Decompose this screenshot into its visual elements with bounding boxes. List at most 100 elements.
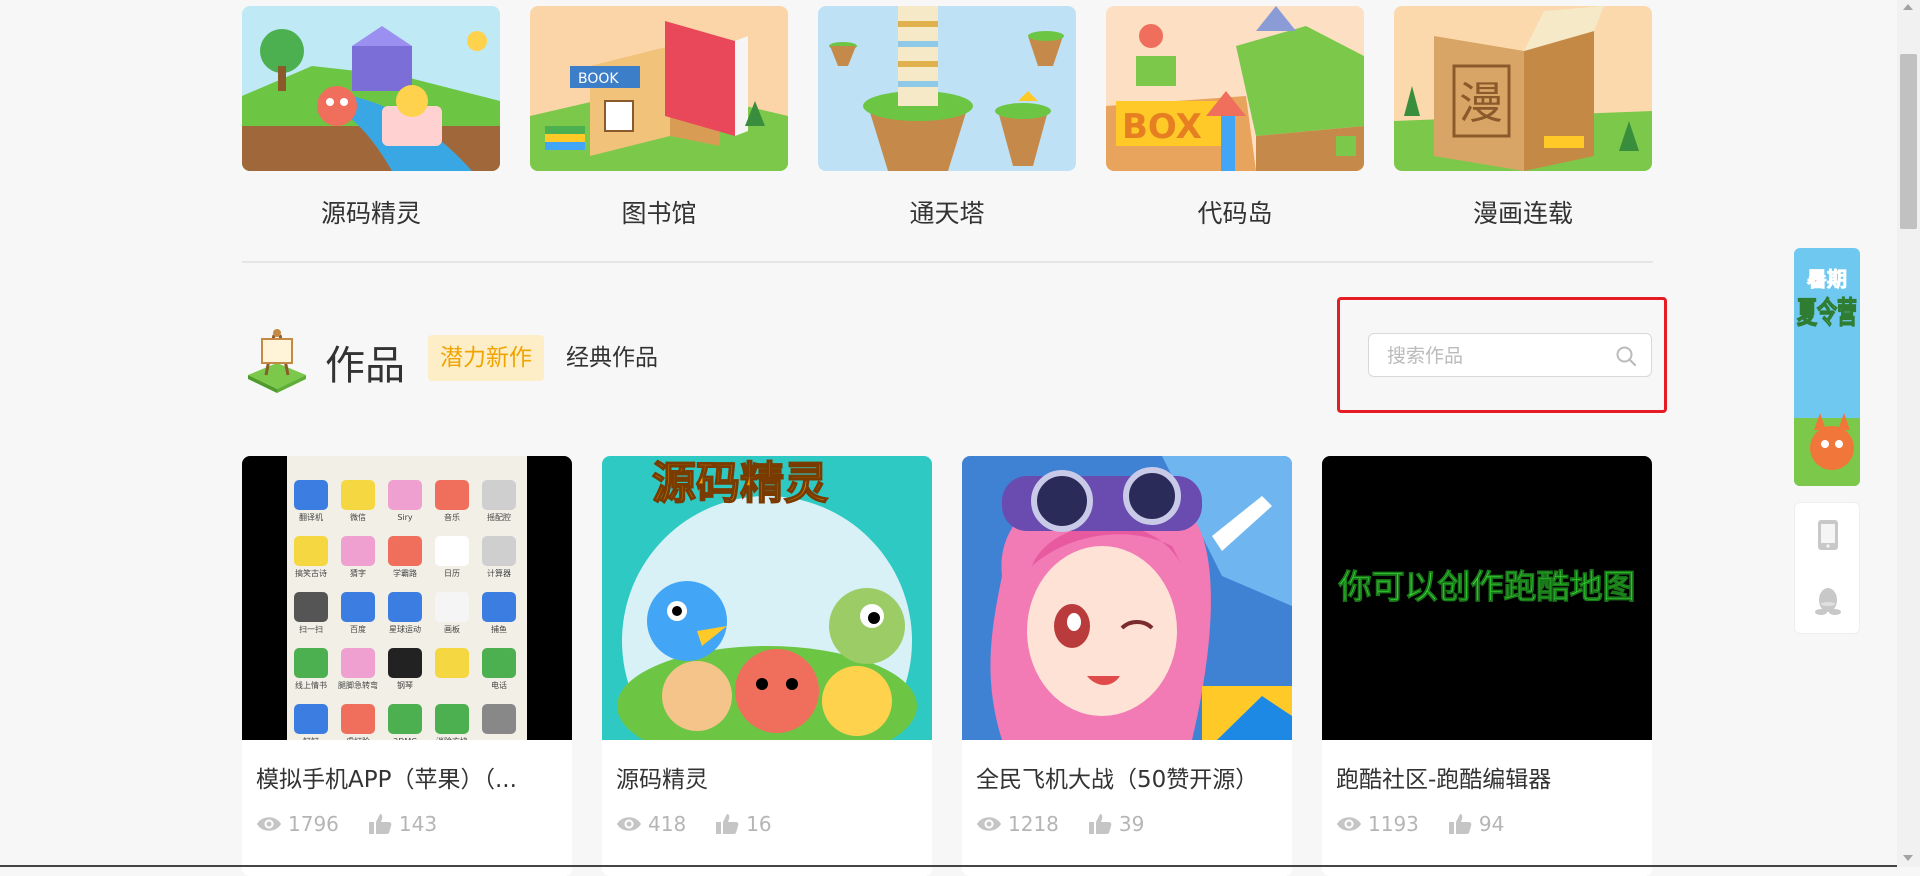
scroll-up-arrow-icon[interactable] [1903, 4, 1913, 10]
phone-app-label: 音乐 [444, 512, 460, 522]
promo-line-1: 暑期 [1807, 267, 1847, 291]
tab-classic[interactable]: 经典作品 [554, 335, 670, 381]
cover-title-text: 源码精灵 [652, 458, 828, 509]
phone-app-label: 猜字 [350, 568, 366, 578]
thumbs-up-icon [368, 814, 392, 834]
side-toolbar [1794, 502, 1860, 634]
phone-app-icon [388, 480, 422, 510]
eye-icon [1337, 817, 1361, 831]
scroll-down-arrow-icon[interactable] [1903, 855, 1913, 861]
category-label: 通天塔 [909, 199, 985, 228]
search-icon[interactable] [1615, 345, 1637, 367]
phone-app-icon [482, 592, 516, 622]
work-stats: 1193 94 [1322, 812, 1652, 836]
tower-icon[interactable] [818, 6, 1076, 171]
library-icon[interactable]: BOOK [530, 6, 788, 171]
category-tower[interactable]: 通天塔 [818, 6, 1076, 230]
work-card[interactable]: 你可以创作跑酷地图 跑酷社区-跑酷编辑器 1193 94 [1322, 456, 1652, 876]
phone-app-label: 捕鱼 [491, 624, 507, 634]
phone-app-icon [435, 648, 469, 678]
view-count: 1218 [1008, 812, 1059, 836]
works-title: 作品 [325, 343, 405, 389]
phone-app-icon [388, 648, 422, 678]
category-row: 源码精灵 BOOK 图书馆 通天塔 BOX 代码岛 漫 漫画连载 [242, 6, 1653, 236]
easel-icon [248, 329, 306, 393]
code-island-icon[interactable]: BOX [1106, 6, 1364, 171]
like-count: 94 [1478, 812, 1505, 836]
work-thumbnail[interactable]: 你可以创作跑酷地图 [1322, 456, 1652, 740]
phone-app-icon [482, 536, 516, 566]
category-comic[interactable]: 漫 漫画连载 [1394, 6, 1652, 230]
eye-icon [617, 817, 641, 831]
search-input[interactable] [1385, 334, 1609, 378]
phone-app-icon [294, 704, 328, 734]
work-title[interactable]: 源码精灵 [602, 760, 932, 794]
phone-app-icon [388, 592, 422, 622]
work-stats: 1218 39 [962, 812, 1292, 836]
parkour-text-banner: 你可以创作跑酷地图 [1322, 456, 1652, 740]
view-count: 418 [648, 812, 687, 836]
source-sprite-cover: 源码精灵 [602, 456, 932, 740]
mobile-icon[interactable] [1814, 519, 1842, 551]
search-box[interactable] [1368, 333, 1652, 378]
like-count: 39 [1118, 812, 1145, 836]
phone-app-icon [294, 536, 328, 566]
phone-app-label: 钉钉 [303, 736, 319, 740]
phone-app-label: 虐打脸 [346, 736, 370, 740]
phone-app-icon [341, 536, 375, 566]
view-count: 1193 [1368, 812, 1419, 836]
phone-app-icon [294, 648, 328, 678]
work-title[interactable]: 全民飞机大战（50赞开源） [962, 760, 1292, 794]
svg-text:BOOK: BOOK [578, 71, 619, 87]
vertical-scrollbar[interactable] [1897, 0, 1920, 867]
svg-text:漫: 漫 [1459, 78, 1503, 129]
work-thumbnail[interactable]: 源码精灵 [602, 456, 932, 740]
phone-app-label: 扫一扫 [299, 624, 323, 634]
work-thumbnail[interactable] [962, 456, 1292, 740]
work-card[interactable]: 全民飞机大战（50赞开源） 1218 39 [962, 456, 1292, 876]
phone-app-icon [482, 480, 516, 510]
work-thumbnail[interactable]: 翻译机 微信 Siry 音乐 摇配腔 搞笑古诗 猜字 学霸路 日历 计算器 扫一扫 百度 星球运动 画板 捕… [242, 456, 572, 740]
work-card[interactable]: 源码精灵 源码精灵 418 16 [602, 456, 932, 876]
phone-app-icon [388, 536, 422, 566]
phone-app-label: 学霸路 [393, 568, 417, 578]
tab-potential-new[interactable]: 潜力新作 [428, 335, 544, 381]
category-code-island[interactable]: BOX 代码岛 [1106, 6, 1364, 230]
phone-app-icon [482, 648, 516, 678]
phone-app-label: 画板 [444, 624, 460, 634]
phone-app-label: 日历 [444, 569, 460, 578]
work-title[interactable]: 模拟手机APP（苹果）（... [242, 760, 572, 794]
thumbs-up-icon [1088, 814, 1112, 834]
qq-penguin-icon[interactable] [1814, 585, 1842, 617]
phone-app-label: Siry [397, 513, 413, 522]
phone-app-label: 星球运动 [389, 624, 421, 634]
phone-app-label: 钢琴 [397, 680, 413, 690]
work-title[interactable]: 跑酷社区-跑酷编辑器 [1322, 760, 1652, 794]
thumbs-up-icon [1448, 814, 1472, 834]
phone-app-label: 微信 [350, 512, 366, 522]
phone-app-icon [341, 592, 375, 622]
phone-app-icon [388, 704, 422, 734]
work-stats: 1796 143 [242, 812, 572, 836]
phone-app-label: 2DMC [393, 737, 417, 740]
phone-app-icon [294, 480, 328, 510]
phone-app-label: 腿脚急转弯 [338, 680, 378, 690]
promo-line-2: 夏令营 [1797, 296, 1857, 331]
phone-app-icon [482, 704, 516, 734]
phone-apps-screenshot: 翻译机 微信 Siry 音乐 摇配腔搞笑古诗 猜字 学霸路 日历 计算器扫一扫 百度 星球运动 画板 捕… [242, 456, 572, 740]
phone-app-label: 百度 [350, 624, 366, 634]
category-source-sprite[interactable]: 源码精灵 [242, 6, 500, 230]
eye-icon [977, 817, 1001, 831]
summer-camp-promo[interactable]: 暑期 夏令营 [1794, 248, 1860, 486]
comic-book-icon[interactable]: 漫 [1394, 6, 1652, 171]
phone-app-label: 翻译机 [299, 512, 323, 522]
work-stats: 418 16 [602, 812, 932, 836]
section-divider [242, 261, 1653, 263]
work-card[interactable]: 翻译机 微信 Siry 音乐 摇配腔 搞笑古诗 猜字 学霸路 日历 计算器 扫一扫 百度 星球运动 画板 捕… [242, 456, 572, 876]
svg-text:BOX: BOX [1122, 107, 1202, 147]
anime-pilot-girl [962, 456, 1292, 740]
phone-app-icon [294, 592, 328, 622]
scrollbar-thumb[interactable] [1900, 54, 1917, 229]
source-sprite-island-icon[interactable] [242, 6, 500, 171]
category-library[interactable]: BOOK 图书馆 [530, 6, 788, 230]
